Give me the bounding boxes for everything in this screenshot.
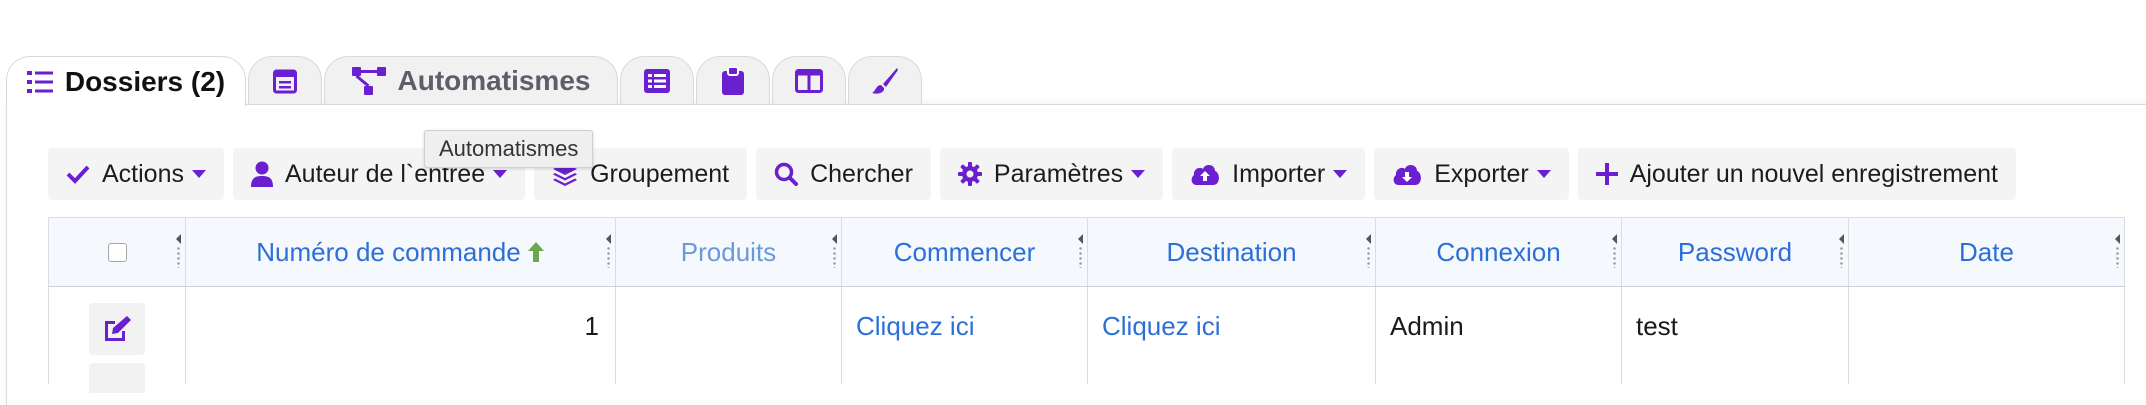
clipboard-icon xyxy=(722,66,744,95)
column-header-products[interactable]: Produits xyxy=(616,218,842,286)
search-icon xyxy=(774,162,799,186)
tab-paintbrush[interactable] xyxy=(848,56,922,104)
tooltip: Automatismes xyxy=(424,130,594,168)
cloud-download-icon xyxy=(1393,165,1422,185)
add-record-label: Ajouter un nouvel enregistrement xyxy=(1629,159,1998,188)
table-list-icon xyxy=(644,68,670,93)
column-resize-handle[interactable] xyxy=(2112,234,2122,268)
column-header-date[interactable]: Date xyxy=(1849,218,2125,286)
tab-clipboard[interactable] xyxy=(696,56,770,104)
chevron-down-icon xyxy=(191,170,206,178)
edit-icon xyxy=(105,316,131,341)
chevron-down-icon xyxy=(1333,170,1348,178)
column-header-start[interactable]: Commencer xyxy=(842,218,1088,286)
records-table: Numéro de commande Produits Commencer De… xyxy=(48,217,2125,393)
tab-automatismes[interactable]: Automatismes xyxy=(324,56,618,104)
cell-start: Cliquez ici xyxy=(842,287,1088,384)
chevron-down-icon xyxy=(1536,170,1551,178)
search-button[interactable]: Chercher xyxy=(756,148,931,200)
tab-label: Automatismes xyxy=(397,64,591,96)
table-header-row: Numéro de commande Produits Commencer De… xyxy=(49,217,2125,287)
columns-icon xyxy=(795,68,823,93)
cloud-upload-icon xyxy=(1191,165,1220,185)
cell-destination: Cliquez ici xyxy=(1088,287,1376,384)
column-resize-handle[interactable] xyxy=(603,234,613,268)
table-row: 1 Cliquez ici Cliquez ici Admin test xyxy=(49,287,2125,393)
export-label: Exporter xyxy=(1434,159,1529,188)
column-resize-handle[interactable] xyxy=(1075,234,1085,268)
tab-label: Dossiers (2) xyxy=(64,65,226,97)
export-button[interactable]: Exporter xyxy=(1374,148,1569,200)
tab-bar: Dossiers (2) Automatismes xyxy=(0,0,2146,405)
row-actions-cell xyxy=(49,287,186,393)
workflow-icon xyxy=(351,66,386,95)
tab-dossiers[interactable]: Dossiers (2) xyxy=(6,56,246,106)
settings-button[interactable]: Paramètres xyxy=(939,148,1164,200)
actions-button[interactable]: Actions xyxy=(48,148,224,200)
cell-date xyxy=(1849,287,2125,384)
start-link[interactable]: Cliquez ici xyxy=(856,311,975,342)
toolbar: Actions Auteur de l`entrée Groupement Ch… xyxy=(48,148,2016,200)
gear-icon xyxy=(957,162,982,186)
column-header-label: Date xyxy=(1959,236,2014,267)
header-select-cell xyxy=(49,218,186,286)
column-header-password[interactable]: Password xyxy=(1622,218,1849,286)
cell-login: Admin xyxy=(1376,287,1622,384)
row-secondary-button[interactable] xyxy=(89,363,145,393)
import-label: Importer xyxy=(1232,159,1326,188)
edit-record-button[interactable] xyxy=(89,303,145,355)
column-header-destination[interactable]: Destination xyxy=(1088,218,1376,286)
column-header-label: Numéro de commande xyxy=(256,236,521,267)
sort-ascending-icon[interactable] xyxy=(527,241,545,263)
calendar-icon xyxy=(273,69,297,93)
tab-table-list[interactable] xyxy=(620,56,694,104)
column-resize-handle[interactable] xyxy=(1836,234,1846,268)
search-label: Chercher xyxy=(810,159,913,188)
chevron-down-icon xyxy=(1131,170,1146,178)
tab-columns[interactable] xyxy=(772,56,846,104)
column-header-label: Commencer xyxy=(893,236,1036,267)
settings-label: Paramètres xyxy=(993,159,1124,188)
column-resize-handle[interactable] xyxy=(173,234,183,268)
cell-products xyxy=(616,287,842,384)
grouping-label: Groupement xyxy=(590,159,730,188)
destination-link[interactable]: Cliquez ici xyxy=(1102,311,1221,342)
column-header-label: Password xyxy=(1677,236,1793,267)
column-header-label: Produits xyxy=(680,236,777,267)
column-resize-handle[interactable] xyxy=(1609,234,1619,268)
column-header-order-number[interactable]: Numéro de commande xyxy=(186,218,616,286)
add-record-button[interactable]: Ajouter un nouvel enregistrement xyxy=(1577,148,2016,200)
tab-calendar[interactable] xyxy=(248,56,322,104)
list-icon xyxy=(26,70,53,93)
plus-icon xyxy=(1595,163,1618,185)
column-resize-handle[interactable] xyxy=(829,234,839,268)
select-all-checkbox[interactable] xyxy=(107,242,127,262)
actions-label: Actions xyxy=(102,159,184,188)
column-header-label: Connexion xyxy=(1436,236,1561,267)
paintbrush-icon xyxy=(872,67,898,94)
column-header-label: Destination xyxy=(1166,236,1297,267)
column-resize-handle[interactable] xyxy=(1363,234,1373,268)
chevron-down-icon xyxy=(493,170,508,178)
column-header-login[interactable]: Connexion xyxy=(1376,218,1622,286)
cell-order-number: 1 xyxy=(186,287,616,384)
cell-password: test xyxy=(1622,287,1849,384)
import-button[interactable]: Importer xyxy=(1172,148,1366,200)
user-icon xyxy=(250,161,273,187)
check-icon xyxy=(66,165,90,184)
